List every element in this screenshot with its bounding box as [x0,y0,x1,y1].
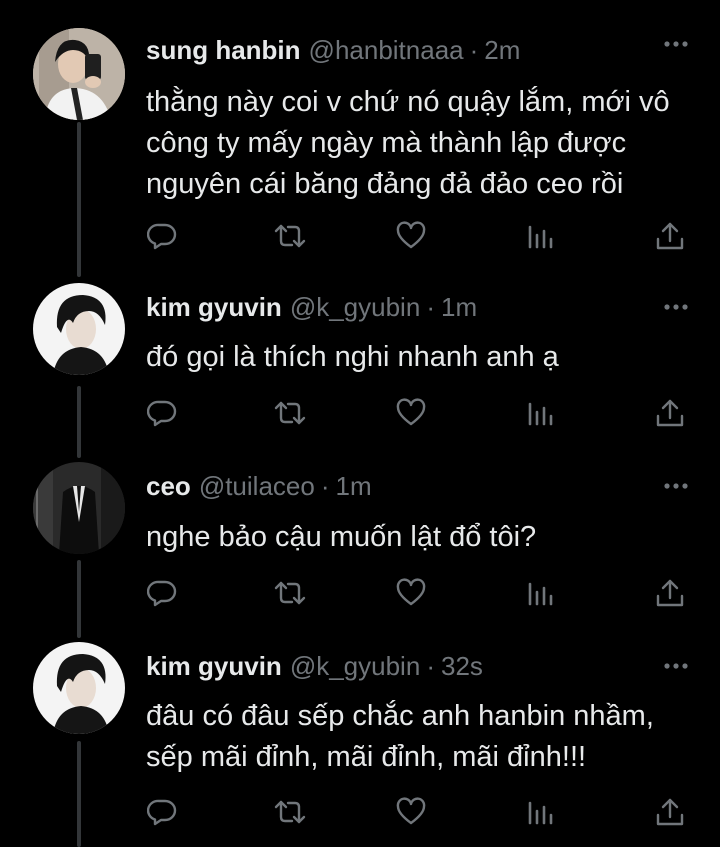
share-icon[interactable] [650,216,690,256]
retweet-icon[interactable] [270,393,310,433]
like-icon[interactable] [391,792,431,832]
tweet-actions [0,573,720,613]
share-icon[interactable] [650,393,690,433]
like-icon[interactable] [391,216,431,256]
timestamp[interactable]: 2m [484,35,520,66]
share-icon[interactable] [650,792,690,832]
more-icon[interactable] [660,654,692,678]
avatar-photo [33,642,125,734]
views-icon[interactable] [520,393,560,433]
tweet-actions [0,792,720,832]
views-icon[interactable] [520,216,560,256]
separator: · [426,650,435,681]
more-icon[interactable] [660,474,692,498]
tweet-text-line: nguyên cái băng đảng đả đảo ceo rồi [146,168,624,200]
share-icon[interactable] [650,573,690,613]
more-icon[interactable] [660,32,692,56]
tweet-text-line: đó gọi là thích nghi nhanh anh ạ [146,341,559,373]
tweet-header: kim gyuvin @k_gyubin · 32s [146,646,483,686]
retweet-icon[interactable] [270,573,310,613]
avatar[interactable] [33,28,125,120]
separator: · [426,291,435,322]
avatar[interactable] [33,283,125,375]
tweet[interactable]: kim gyuvin @k_gyubin · 1m đó gọi là thíc… [0,283,720,447]
avatar[interactable] [33,642,125,734]
more-icon[interactable] [660,295,692,319]
tweet-thread: sung hanbin @hanbitnaaa · 2m thằng này c… [0,0,720,847]
avatar[interactable] [33,462,125,554]
retweet-icon[interactable] [270,792,310,832]
reply-icon[interactable] [142,216,182,256]
tweet-header: sung hanbin @hanbitnaaa · 2m [146,30,520,70]
tweet-text: nghe bảo cậu muốn lật đổ tôi? [146,517,696,558]
tweet-header: kim gyuvin @k_gyubin · 1m [146,287,477,327]
display-name[interactable]: kim gyuvin [146,292,282,323]
display-name[interactable]: sung hanbin [146,35,301,66]
tweet-actions [0,393,720,433]
views-icon[interactable] [520,792,560,832]
user-handle[interactable]: @k_gyubin [290,651,420,682]
avatar-photo [33,28,125,120]
tweet-text-line: nghe bảo cậu muốn lật đổ tôi? [146,521,537,553]
avatar-photo [33,462,125,554]
separator: · [469,34,479,65]
tweet-header: ceo @tuilaceo · 1m [146,466,372,506]
timestamp[interactable]: 32s [441,651,483,682]
tweet-text: đâu có đâu sếp chắc anh hanbin nhầm, sếp… [146,696,696,778]
like-icon[interactable] [391,573,431,613]
tweet-text-line: sếp mãi đỉnh, mãi đỉnh, mãi đỉnh!!! [146,741,587,773]
separator: · [320,470,330,501]
timestamp[interactable]: 1m [336,471,372,502]
tweet-text-line: thằng này coi v chứ nó quậy lắm, mới vô [146,86,670,118]
reply-icon[interactable] [142,393,182,433]
reply-icon[interactable] [142,792,182,832]
tweet-text: thằng này coi v chứ nó quậy lắm, mới vô … [146,82,696,205]
display-name[interactable]: ceo [146,471,191,502]
user-handle[interactable]: @hanbitnaaa [309,35,464,66]
user-handle[interactable]: @k_gyubin [290,292,420,323]
display-name[interactable]: kim gyuvin [146,651,282,682]
tweet-actions [0,216,720,256]
avatar-photo [33,283,125,375]
timestamp[interactable]: 1m [441,292,477,323]
tweet-text-line: đâu có đâu sếp chắc anh hanbin nhầm, [146,700,654,732]
reply-icon[interactable] [142,573,182,613]
like-icon[interactable] [391,393,431,433]
tweet-text-line: công ty mấy ngày mà thành lập được [146,127,627,159]
tweet-text: đó gọi là thích nghi nhanh anh ạ [146,337,696,378]
retweet-icon[interactable] [270,216,310,256]
tweet[interactable]: sung hanbin @hanbitnaaa · 2m thằng này c… [0,24,720,264]
views-icon[interactable] [520,573,560,613]
tweet[interactable]: kim gyuvin @k_gyubin · 32s đâu có đâu sế… [0,642,720,847]
user-handle[interactable]: @tuilaceo [199,471,315,502]
tweet[interactable]: ceo @tuilaceo · 1m nghe bảo cậu muốn lật… [0,462,720,626]
